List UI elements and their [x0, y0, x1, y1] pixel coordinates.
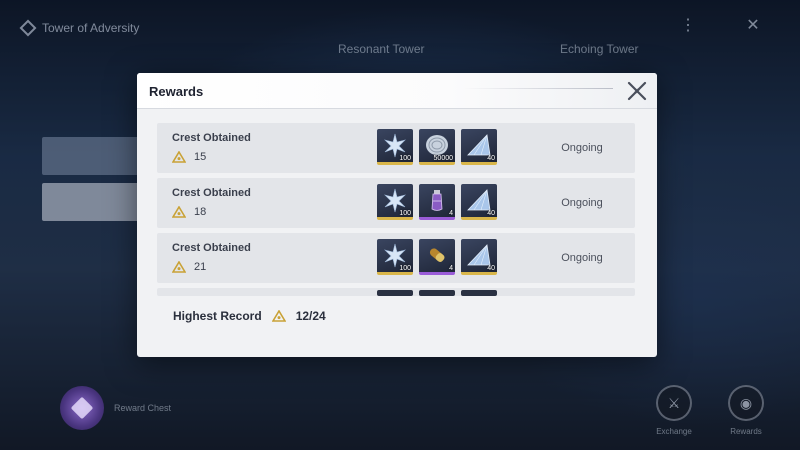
status-badge: Ongoing [561, 142, 603, 154]
row-title: Crest Obtained [172, 187, 251, 199]
item-quantity: 40 [487, 265, 495, 272]
reward-item[interactable]: 4 [419, 239, 455, 275]
row-title: Crest Obtained [172, 132, 251, 144]
item-quantity: 100 [399, 265, 411, 272]
reward-item[interactable]: 4 [419, 184, 455, 220]
reward-row: Crest Obtained 15 100 50000 40 Ongoing [157, 123, 635, 173]
close-button[interactable] [625, 80, 649, 102]
info-icon[interactable]: ⋮ [680, 17, 696, 35]
exchange-label: Exchange [656, 427, 692, 436]
reward-item[interactable] [461, 290, 497, 296]
row-title: Crest Obtained [172, 242, 251, 254]
crest-icon [172, 151, 186, 163]
item-quantity: 100 [399, 155, 411, 162]
highest-record-value: 12/24 [295, 309, 326, 323]
item-quantity: 40 [487, 155, 495, 162]
reward-item[interactable]: 40 [461, 184, 497, 220]
reward-chest-avatar[interactable] [60, 386, 104, 430]
window-title-bar: Tower of Adversity [19, 18, 140, 38]
tab-resonant-tower[interactable]: Resonant Tower [338, 42, 425, 56]
crest-requirement: 21 [172, 261, 206, 273]
close-icon [627, 81, 647, 101]
rewards-icon: ◉ [728, 385, 764, 421]
exchange-icon: ⚔ [656, 385, 692, 421]
reward-chest-area[interactable]: Reward Chest [60, 386, 171, 430]
item-quantity: 4 [449, 265, 453, 272]
side-button-1[interactable] [42, 137, 152, 175]
window-title: Tower of Adversity [42, 21, 140, 35]
reward-row: Crest Obtained 18 100 4 40 Ongoing [157, 178, 635, 228]
crest-count: 15 [194, 151, 207, 163]
reward-row: Crest Obtained 21 100 4 40 Ongoing [157, 233, 635, 283]
rewards-modal: Rewards Crest Obtained 15 100 50000 40 O… [137, 73, 657, 357]
item-quantity: 50000 [433, 155, 453, 162]
reward-items: 100 50000 40 [377, 129, 497, 165]
rewards-label: Rewards [730, 427, 762, 436]
crest-count: 18 [194, 206, 207, 218]
reward-items: 100 4 40 [377, 239, 497, 275]
tower-icon [19, 19, 37, 37]
reward-item[interactable] [377, 290, 413, 296]
capsule-icon [429, 248, 445, 262]
crest-icon [172, 261, 186, 273]
header-divider [463, 88, 613, 89]
crest-icon [271, 310, 286, 322]
reward-item[interactable]: 100 [377, 129, 413, 165]
crest-requirement: 18 [172, 206, 206, 218]
crest-icon [172, 206, 186, 218]
reward-item[interactable]: 50000 [419, 129, 455, 165]
modal-title: Rewards [149, 84, 204, 99]
status-badge: Ongoing [561, 197, 603, 209]
reward-item[interactable]: 40 [461, 129, 497, 165]
modal-header: Rewards [137, 73, 657, 109]
item-quantity: 40 [487, 210, 495, 217]
item-quantity: 100 [399, 210, 411, 217]
crest-requirement: 15 [172, 151, 206, 163]
highest-record-label: Highest Record [173, 309, 262, 323]
exchange-button[interactable]: ⚔ Exchange [652, 385, 696, 436]
reward-item[interactable]: 40 [461, 239, 497, 275]
tab-echoing-tower[interactable]: Echoing Tower [560, 42, 639, 56]
reward-row-partial [157, 288, 635, 296]
reward-item[interactable]: 100 [377, 184, 413, 220]
side-button-2[interactable] [42, 183, 152, 221]
crest-count: 21 [194, 261, 207, 273]
reward-items: 100 4 40 [377, 184, 497, 220]
highest-record: Highest Record 12/24 [173, 309, 326, 323]
reward-item[interactable]: 100 [377, 239, 413, 275]
rewards-list[interactable]: Crest Obtained 15 100 50000 40 Ongoing C… [157, 123, 635, 298]
status-badge: Ongoing [561, 252, 603, 264]
reward-chest-label: Reward Chest [114, 403, 172, 413]
potion-vial-icon [431, 190, 443, 211]
reward-items [377, 290, 497, 296]
item-quantity: 4 [449, 210, 453, 217]
background-close-icon[interactable]: ✕ [745, 17, 761, 35]
reward-item[interactable] [419, 290, 455, 296]
rewards-button[interactable]: ◉ Rewards [724, 385, 768, 436]
